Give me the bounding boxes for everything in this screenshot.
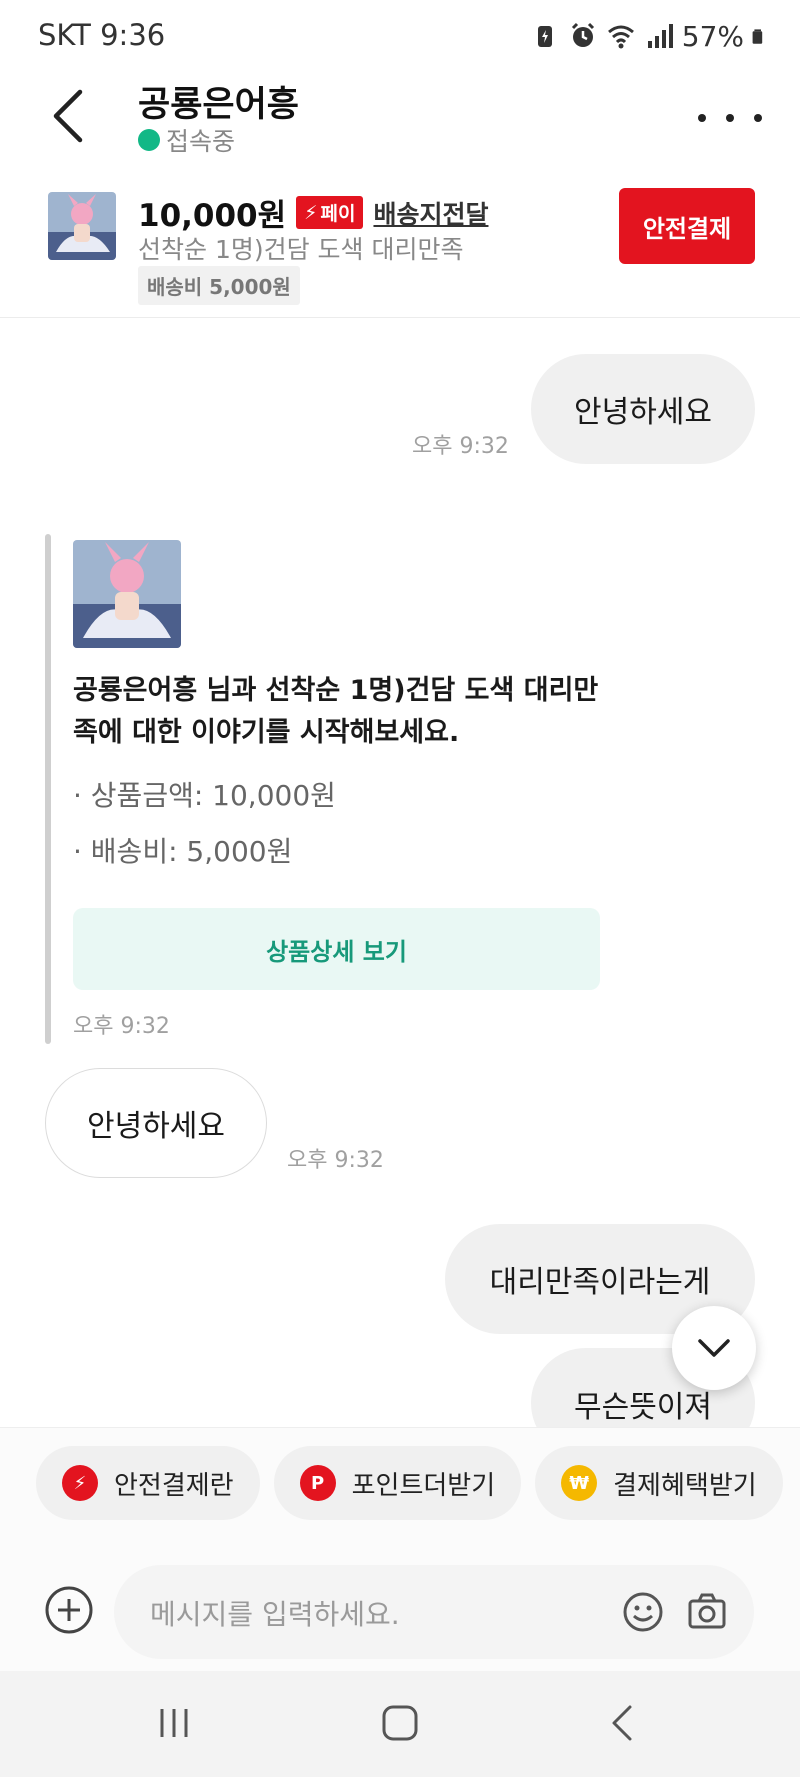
emoji-icon[interactable] [622, 1591, 664, 1633]
pay-badge-label: 페이 [320, 203, 356, 225]
online-status: 접속중 [138, 122, 235, 158]
view-product-detail-button[interactable]: 상품상세 보기 [73, 908, 600, 990]
product-thumbnail[interactable] [48, 192, 116, 260]
online-dot-icon [138, 129, 160, 151]
battery-icon [752, 29, 763, 44]
chip-label: 안전결제란 [114, 1470, 234, 1501]
more-options-button[interactable] [698, 98, 762, 138]
home-icon[interactable] [376, 1699, 424, 1747]
more-dot-icon [698, 114, 706, 122]
chip-label: 결제혜택받기 [613, 1470, 757, 1501]
message-time: 오후 9:32 [287, 1148, 384, 1173]
lightning-icon: ⚡ [304, 201, 318, 224]
won-coin-icon: ₩ [561, 1465, 598, 1501]
signal-icon [647, 24, 673, 48]
message-input[interactable]: 메시지를 입력하세요. [114, 1565, 754, 1659]
card-title: 공룡은어흥 님과 선착순 1명)건담 도색 대리만족에 대한 이야기를 시작해보… [73, 675, 599, 748]
card-shipping-fee: · 배송비: 5,000원 [73, 835, 293, 868]
chip-safe-pay-info[interactable]: ⚡ 안전결제란 [36, 1446, 260, 1520]
shipping-address-link[interactable]: 배송지전달 [373, 195, 488, 231]
alarm-icon [571, 22, 594, 47]
recent-apps-icon[interactable] [150, 1699, 198, 1747]
chip-label: 포인트더받기 [351, 1470, 496, 1501]
wifi-icon [607, 25, 634, 49]
product-price-row: 10,000원 ⚡ 페이 배송지전달 [138, 190, 488, 235]
message-time: 오후 9:32 [412, 434, 509, 459]
add-attachment-icon[interactable] [44, 1585, 94, 1635]
card-product-price: · 상품금액: 10,000원 [73, 779, 336, 812]
more-dot-icon [726, 114, 734, 122]
carrier-time: SKT 9:36 [38, 18, 166, 52]
status-bar: SKT 9:36 57% [0, 0, 800, 70]
status-icons: 57% [530, 18, 770, 54]
received-message-bubble[interactable]: 안녕하세요 [45, 1068, 267, 1178]
sent-message-bubble[interactable]: 안녕하세요 [531, 354, 755, 464]
card-time: 오후 9:32 [73, 1014, 170, 1039]
back-arrow-icon[interactable] [40, 84, 100, 148]
bottom-panel: ⚡ 안전결제란 P 포인트더받기 ₩ 결제혜택받기 메시지를 입력하세요. [0, 1427, 800, 1671]
chat-partner-name: 공룡은어흥 [138, 85, 300, 125]
scroll-to-bottom-button[interactable] [672, 1306, 756, 1390]
quick-actions: ⚡ 안전결제란 P 포인트더받기 ₩ 결제혜택받기 [36, 1446, 783, 1520]
more-dot-icon [754, 114, 762, 122]
chat-header: 공룡은어흥 접속중 [0, 70, 800, 170]
camera-icon[interactable] [686, 1591, 728, 1633]
online-status-label: 접속중 [166, 127, 236, 156]
product-bar: 10,000원 ⚡ 페이 배송지전달 선착순 1명)건담 도색 대리만족 배송비 … [0, 178, 800, 318]
product-price: 10,000원 [138, 198, 287, 234]
product-name: 선착순 1명)건담 도색 대리만족 [138, 235, 464, 264]
card-product-image[interactable] [73, 540, 181, 648]
chat-screen: SKT 9:36 57% 공룡은어흥 접속중 10,000원 ⚡ 페이 배송지전… [0, 0, 800, 1777]
chip-more-points[interactable]: P 포인트더받기 [273, 1446, 522, 1520]
shipping-fee-badge: 배송비 5,000원 [138, 266, 300, 305]
message-input-placeholder: 메시지를 입력하세요. [150, 1598, 400, 1631]
message-composer: 메시지를 입력하세요. [0, 1553, 800, 1663]
safe-pay-button[interactable]: 안전결제 [619, 188, 755, 264]
nav-back-icon[interactable] [600, 1699, 648, 1747]
battery-percent: 57% [681, 19, 744, 53]
pay-badge: ⚡ 페이 [296, 196, 364, 229]
chip-payment-benefits[interactable]: ₩ 결제혜택받기 [535, 1446, 783, 1520]
chevron-down-icon [698, 1339, 730, 1357]
card-accent-line [45, 534, 51, 1044]
battery-saver-icon [537, 26, 552, 47]
point-p-icon: P [299, 1465, 336, 1501]
lightning-icon: ⚡ [62, 1465, 98, 1501]
system-navigation-bar [0, 1671, 800, 1777]
